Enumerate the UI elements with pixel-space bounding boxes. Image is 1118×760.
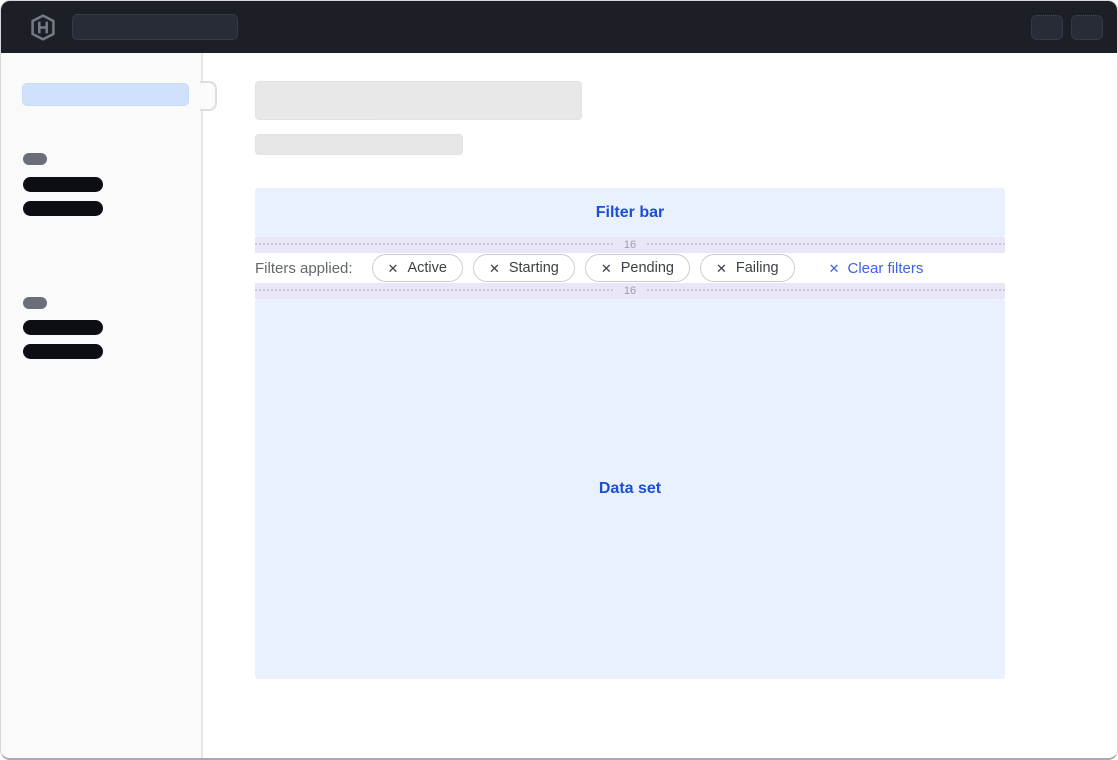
- spacing-annotation-bottom: 16: [255, 283, 1005, 299]
- clear-filters-button[interactable]: ✕ Clear filters: [829, 260, 924, 277]
- sidebar-collapse-handle[interactable]: [200, 81, 217, 111]
- spacing-value-label: 16: [614, 285, 646, 297]
- sidebar-item-placeholder[interactable]: [23, 177, 103, 192]
- app-body: Filter bar 16 Filters applied: ✕ Active ✕ S…: [1, 53, 1117, 758]
- hashicorp-logo-icon[interactable]: [31, 14, 55, 41]
- filters-applied-label: Filters applied:: [255, 260, 353, 277]
- filter-bar-region: Filter bar: [255, 188, 1005, 237]
- main-content: Filter bar 16 Filters applied: ✕ Active ✕ S…: [203, 53, 1117, 758]
- sidebar-section-label-placeholder: [23, 153, 47, 165]
- data-set-region-label: Data set: [599, 480, 661, 498]
- sidebar-item-placeholder[interactable]: [23, 320, 103, 335]
- top-nav-actions: [1031, 15, 1103, 40]
- page-subtitle-placeholder: [255, 134, 463, 155]
- filter-pill-label: Pending: [621, 260, 674, 276]
- sidebar: [1, 53, 203, 758]
- filter-pill-starting[interactable]: ✕ Starting: [473, 254, 575, 282]
- filter-pattern-demo: Filter bar 16 Filters applied: ✕ Active ✕ S…: [255, 188, 1005, 679]
- filter-pill-label: Starting: [509, 260, 559, 276]
- sidebar-item-placeholder[interactable]: [23, 344, 103, 359]
- top-nav-bar: [1, 1, 1117, 53]
- sidebar-item-placeholder[interactable]: [23, 201, 103, 216]
- sidebar-active-item-placeholder[interactable]: [22, 83, 189, 106]
- data-set-region: Data set: [255, 299, 1005, 679]
- clear-filters-label: Clear filters: [848, 260, 924, 277]
- page-title-placeholder: [255, 81, 582, 120]
- nav-search-placeholder[interactable]: [72, 14, 238, 40]
- dismiss-icon: ✕: [388, 262, 399, 275]
- top-nav-button-help[interactable]: [1031, 15, 1063, 40]
- filter-bar-region-label: Filter bar: [596, 204, 664, 222]
- dismiss-icon: ✕: [716, 262, 727, 275]
- filter-pills: ✕ Active ✕ Starting ✕ Pending ✕ Failing: [372, 254, 805, 282]
- filter-pill-pending[interactable]: ✕ Pending: [585, 254, 690, 282]
- spacing-value-label: 16: [614, 239, 646, 251]
- filter-pill-active[interactable]: ✕ Active: [372, 254, 463, 282]
- sidebar-section-label-placeholder: [23, 297, 47, 309]
- filter-pill-label: Failing: [736, 260, 779, 276]
- filter-pill-failing[interactable]: ✕ Failing: [700, 254, 795, 282]
- filter-pill-label: Active: [407, 260, 447, 276]
- top-nav-button-user[interactable]: [1071, 15, 1103, 40]
- spacing-annotation-top: 16: [255, 237, 1005, 253]
- app-window: Filter bar 16 Filters applied: ✕ Active ✕ S…: [0, 0, 1118, 760]
- dismiss-icon: ✕: [601, 262, 612, 275]
- clear-filters-x-icon: ✕: [829, 262, 840, 275]
- dismiss-icon: ✕: [489, 262, 500, 275]
- filters-applied-row: Filters applied: ✕ Active ✕ Starting ✕ Pendin…: [255, 253, 1005, 283]
